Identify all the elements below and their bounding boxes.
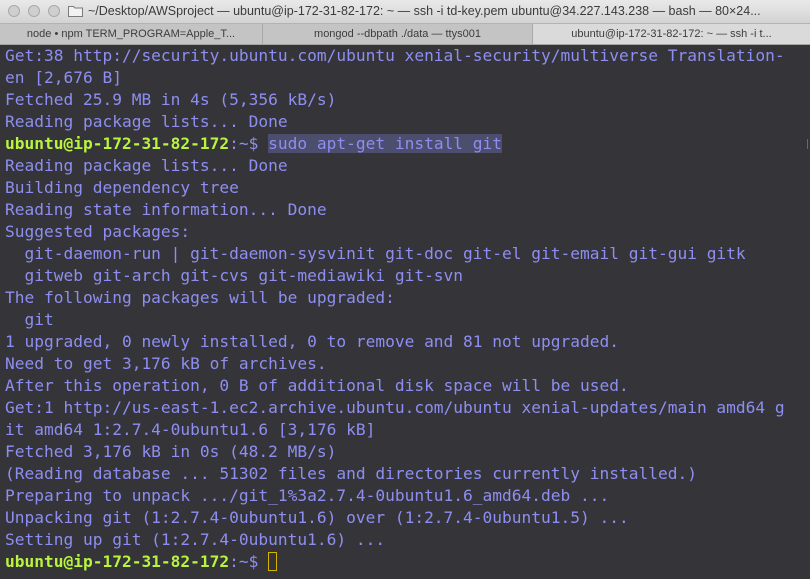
- output-line: Reading state information... Done: [5, 200, 327, 219]
- tab-label: ubuntu@ip-172-31-82-172: ~ — ssh -i t...: [571, 28, 772, 40]
- output-line: Setting up git (1:2.7.4-0ubuntu1.6) ...: [5, 530, 386, 549]
- terminal-output[interactable]: Get:38 http://security.ubuntu.com/ubuntu…: [0, 45, 810, 579]
- tab-mongod[interactable]: mongod --dbpath ./data — ttys001: [263, 24, 533, 44]
- output-line: git-daemon-run | git-daemon-sysvinit git…: [5, 244, 746, 263]
- active-prompt-line[interactable]: ubuntu@ip-172-31-82-172:~$: [5, 551, 278, 573]
- tab-label: node • npm TERM_PROGRAM=Apple_T...: [26, 28, 236, 40]
- output-line: Fetched 3,176 kB in 0s (48.2 MB/s): [5, 442, 337, 461]
- output-line: Reading package lists... Done: [5, 156, 288, 175]
- prompt-suffix: :~$: [229, 552, 269, 571]
- window-title: ~/Desktop/AWSproject — ubuntu@ip-172-31-…: [88, 4, 761, 18]
- title-bar[interactable]: ~/Desktop/AWSproject — ubuntu@ip-172-31-…: [0, 0, 810, 24]
- zoom-window-button[interactable]: [48, 5, 60, 17]
- text-cursor[interactable]: [268, 552, 278, 571]
- output-line: (Reading database ... 51302 files and di…: [5, 464, 697, 483]
- output-line: Unpacking git (1:2.7.4-0ubuntu1.6) over …: [5, 508, 629, 527]
- output-line: Get:38 http://security.ubuntu.com/ubuntu…: [5, 46, 785, 65]
- tab-node-npm[interactable]: node • npm TERM_PROGRAM=Apple_T...: [0, 24, 263, 44]
- output-line: Fetched 25.9 MB in 4s (5,356 kB/s): [5, 90, 337, 109]
- selected-command[interactable]: sudo apt-get install git: [268, 134, 503, 153]
- output-line: Preparing to unpack .../git_1%3a2.7.4-0u…: [5, 486, 610, 505]
- output-line: en [2,676 B]: [5, 68, 122, 87]
- output-line: gitweb git-arch git-cvs git-mediawiki gi…: [5, 266, 464, 285]
- output-line: Reading package lists... Done: [5, 112, 288, 131]
- output-line: Need to get 3,176 kB of archives.: [5, 354, 327, 373]
- terminal-window: ~/Desktop/AWSproject — ubuntu@ip-172-31-…: [0, 0, 810, 579]
- prompt-suffix: :~$: [229, 134, 269, 153]
- scroll-marker: [807, 139, 808, 149]
- tab-label: mongod --dbpath ./data — ttys001: [314, 28, 481, 40]
- output-line: it amd64 1:2.7.4-0ubuntu1.6 [3,176 kB]: [5, 420, 376, 439]
- tab-bar: node • npm TERM_PROGRAM=Apple_T... mongo…: [0, 24, 810, 45]
- output-line: The following packages will be upgraded:: [5, 288, 395, 307]
- minimize-window-button[interactable]: [28, 5, 40, 17]
- tab-ssh-ubuntu[interactable]: ubuntu@ip-172-31-82-172: ~ — ssh -i t...: [533, 24, 810, 44]
- folder-icon: [68, 6, 83, 17]
- output-line: After this operation, 0 B of additional …: [5, 376, 629, 395]
- close-window-button[interactable]: [8, 5, 20, 17]
- output-line: git: [5, 310, 54, 329]
- shell-prompt: ubuntu@ip-172-31-82-172: [5, 134, 230, 153]
- output-line: 1 upgraded, 0 newly installed, 0 to remo…: [5, 332, 619, 351]
- output-line: Building dependency tree: [5, 178, 239, 197]
- output-line: Get:1 http://us-east-1.ec2.archive.ubunt…: [5, 398, 785, 417]
- output-line: Suggested packages:: [5, 222, 191, 241]
- shell-prompt: ubuntu@ip-172-31-82-172: [5, 552, 230, 571]
- command-line: ubuntu@ip-172-31-82-172:~$ sudo apt-get …: [5, 133, 503, 155]
